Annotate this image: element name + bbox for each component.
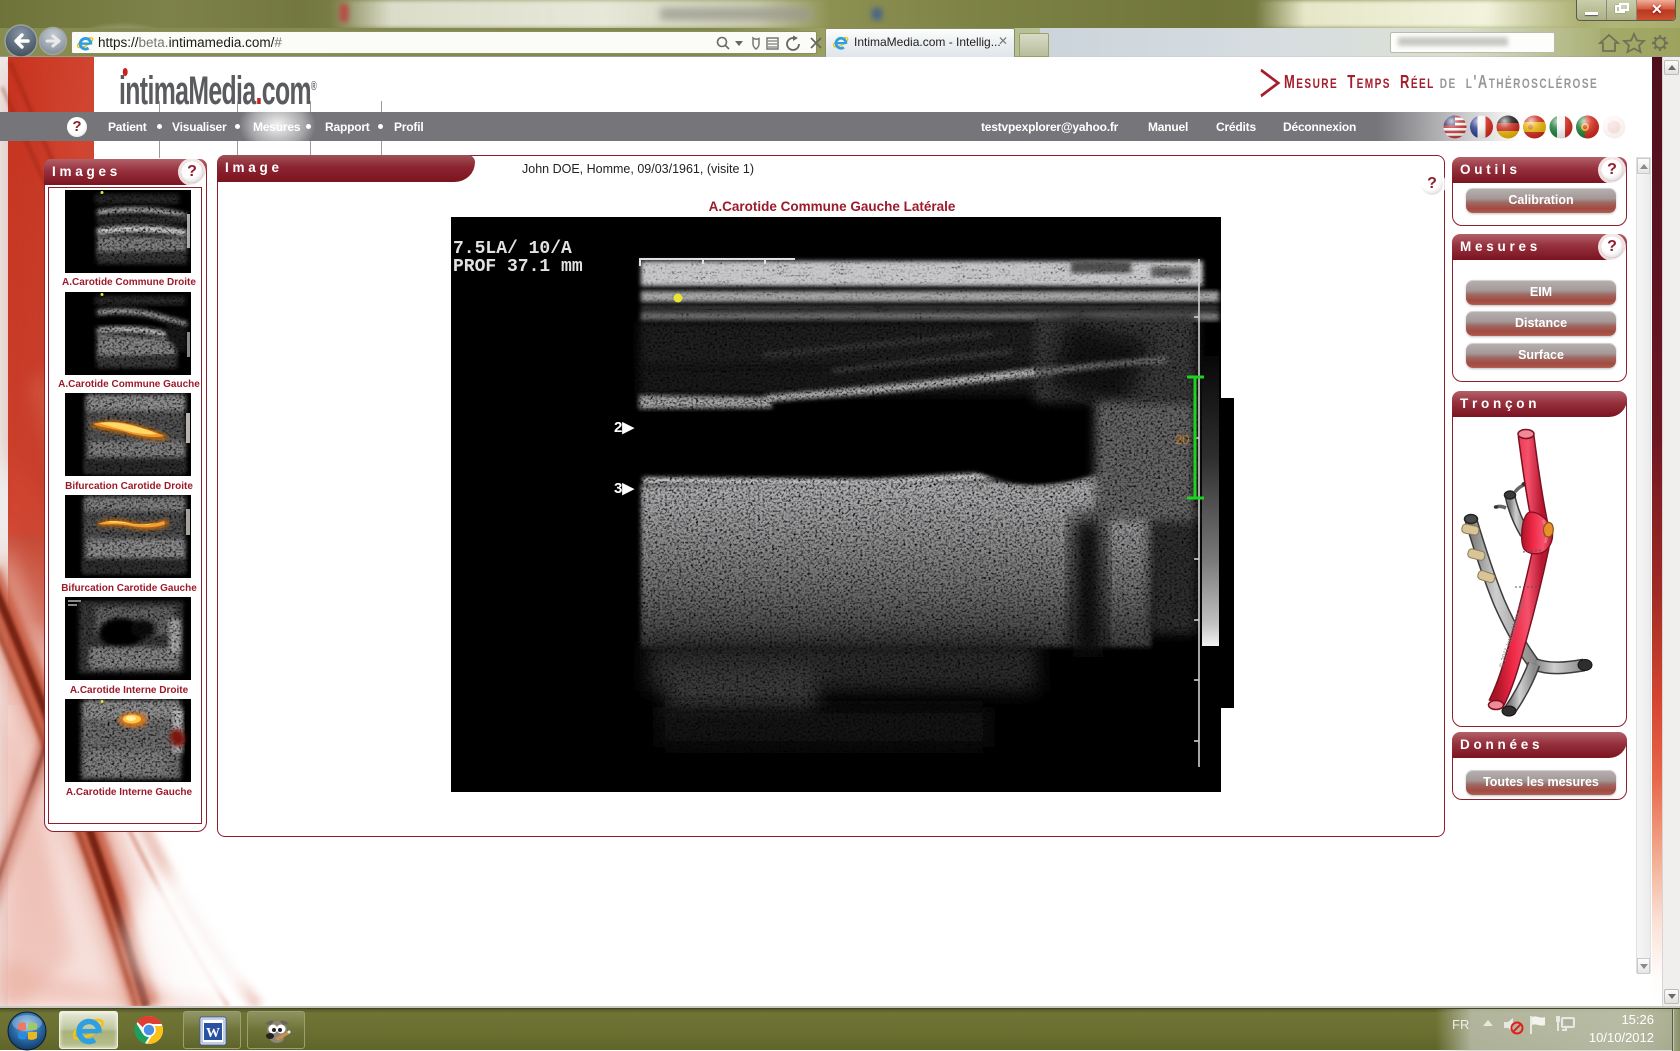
svg-text:20: 20 bbox=[1175, 432, 1189, 447]
svg-text:7.5LA/ 10/A: 7.5LA/ 10/A bbox=[453, 239, 572, 259]
svg-text:3▶: 3▶ bbox=[614, 480, 635, 497]
svg-text:2▶: 2▶ bbox=[614, 419, 635, 436]
svg-text:PROF 37.1 mm: PROF 37.1 mm bbox=[453, 257, 583, 277]
svg-text:W: W bbox=[206, 1026, 220, 1041]
